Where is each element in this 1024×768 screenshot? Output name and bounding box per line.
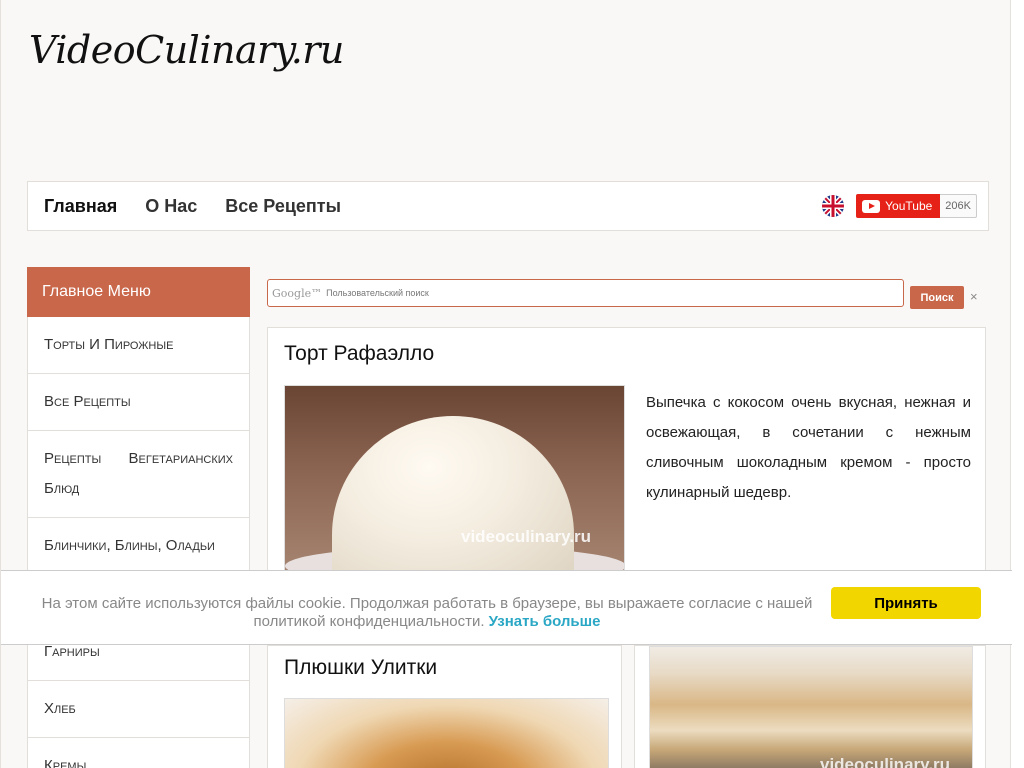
recipe-title[interactable]: Торт Рафаэлло: [284, 342, 434, 366]
sidebar-item-bread[interactable]: Хлеб: [27, 681, 250, 738]
page: VideoCulinary.ru Главная О Нас Все Рецеп…: [0, 0, 1012, 768]
recipe-image-buns[interactable]: [284, 698, 609, 768]
search-button[interactable]: Поиск: [910, 286, 964, 309]
sidebar-header: Главное Меню: [27, 267, 250, 317]
sidebar-item-vegetarian[interactable]: Рецепты Вегетарианских Блюд: [27, 431, 250, 518]
search-bar: Google™ Пользовательский поиск Поиск ×: [267, 279, 982, 309]
image-watermark-napoleon: videoculinary.ru: [820, 755, 951, 768]
recipe-card-featured: Торт Рафаэлло videoculinary.ru Выпечка с…: [267, 327, 986, 587]
recipe-description: Выпечка с кокосом очень вкусная, нежная …: [646, 394, 971, 501]
sidebar-item-creams[interactable]: Кремы: [27, 738, 250, 768]
youtube-subscriber-count: 206K: [940, 194, 977, 218]
cookie-accept-button[interactable]: Принять: [831, 587, 981, 619]
clear-search-icon[interactable]: ×: [970, 289, 978, 304]
cookie-message: На этом сайте используются файлы cookie.…: [41, 595, 813, 631]
sidebar-item-all-recipes[interactable]: Все Рецепты: [27, 374, 250, 431]
cake-dome-shape: [332, 416, 574, 584]
cookie-text: На этом сайте используются файлы cookie.…: [41, 595, 813, 630]
uk-flag-icon[interactable]: [822, 195, 845, 217]
search-placeholder: Пользовательский поиск: [326, 288, 429, 298]
search-input[interactable]: Google™ Пользовательский поиск: [267, 279, 904, 307]
google-logo: Google™: [272, 286, 323, 300]
image-watermark: videoculinary.ru: [461, 527, 592, 546]
recipe-card-napoleon: videoculinary.ru: [634, 645, 986, 768]
site-logo[interactable]: VideoCulinary.ru: [29, 28, 344, 72]
recipe-card-buns: Плюшки Улитки: [267, 645, 622, 768]
nav-right-group: YouTube 206K: [822, 194, 977, 218]
youtube-subscribe-button[interactable]: YouTube: [856, 194, 941, 218]
nav-home[interactable]: Главная: [44, 196, 117, 217]
youtube-label: YouTube: [885, 199, 933, 213]
nav-all-recipes[interactable]: Все Рецепты: [225, 196, 341, 217]
youtube-play-icon: [862, 199, 881, 213]
cookie-learn-more-link[interactable]: Узнать больше: [489, 613, 601, 630]
cookie-consent-bar: На этом сайте используются файлы cookie.…: [1, 570, 1012, 645]
main-navbar: Главная О Нас Все Рецепты YouTube 206K: [27, 181, 989, 231]
sidebar-menu: Главное Меню Торты И Пирожные Все Рецепт…: [27, 267, 250, 768]
sidebar-item-cakes[interactable]: Торты И Пирожные: [27, 317, 250, 374]
recipe-image-raffaello[interactable]: videoculinary.ru: [284, 385, 625, 585]
recipe-title-buns[interactable]: Плюшки Улитки: [284, 656, 437, 680]
nav-about[interactable]: О Нас: [145, 196, 197, 217]
recipe-image-napoleon[interactable]: videoculinary.ru: [649, 646, 973, 768]
